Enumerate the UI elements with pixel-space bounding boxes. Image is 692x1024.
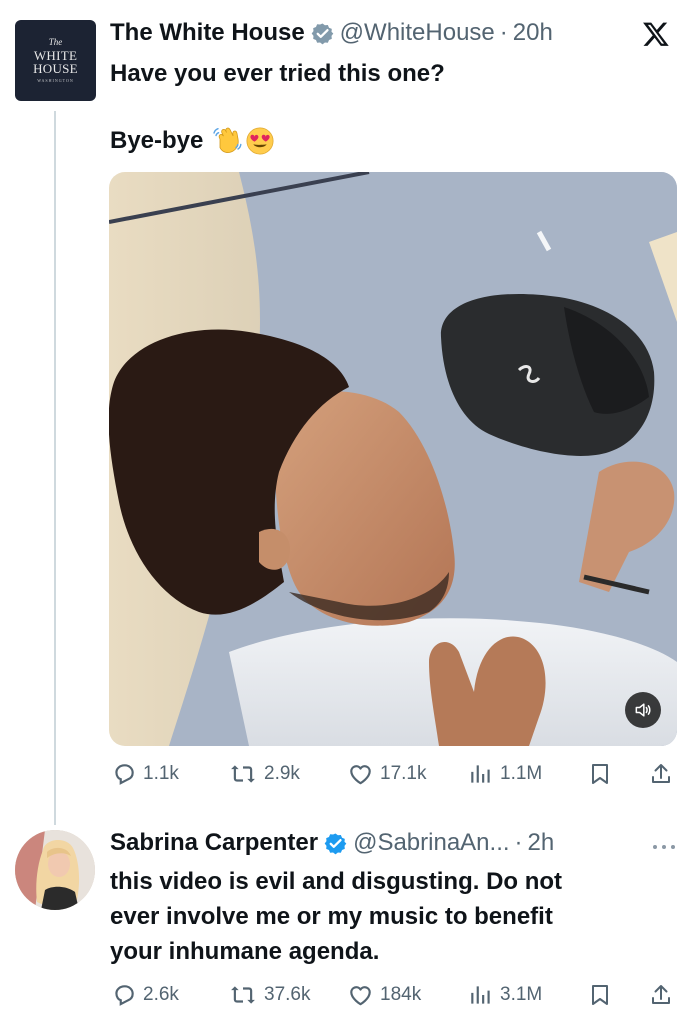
reply-button[interactable]: 2.6k [111, 982, 179, 1008]
tweet-text-line: your inhumane agenda. [110, 938, 380, 965]
views-icon [471, 765, 490, 783]
author-handle[interactable]: @WhiteHouse [340, 18, 495, 48]
like-icon [350, 986, 371, 1006]
video-player[interactable] [109, 172, 677, 746]
repost-count: 37.6k [264, 984, 311, 1005]
views-button[interactable]: 1.1M [468, 761, 542, 787]
reply-icon [115, 985, 134, 1006]
views-button[interactable]: 3.1M [468, 982, 542, 1008]
sabrina-avatar[interactable] [15, 830, 95, 910]
views-count: 1.1M [500, 763, 543, 784]
tweet-actions: 2.6k 37.6k 184k 3.1M [0, 978, 692, 1014]
bookmark-icon[interactable] [588, 982, 612, 1008]
like-count: 184k [380, 984, 422, 1005]
share-icon[interactable] [649, 761, 673, 787]
repost-icon [231, 986, 255, 1004]
tweet-text-line: Bye-bye [110, 124, 275, 157]
reply-count: 2.6k [143, 984, 179, 1005]
repost-button[interactable]: 2.9k [228, 761, 300, 787]
avatar-line2: HOUSE [33, 61, 78, 76]
bookmark-icon[interactable] [588, 761, 612, 787]
reply-count: 1.1k [143, 763, 179, 784]
tweet-text-line: ever involve me or my music to benefit [110, 903, 553, 930]
like-icon [350, 765, 371, 785]
like-button[interactable]: 17.1k [347, 761, 426, 787]
repost-icon [231, 765, 255, 783]
thread-line [54, 111, 56, 825]
author-name[interactable]: Sabrina Carpenter [110, 828, 318, 858]
author-name[interactable]: The White House [110, 18, 305, 48]
tweet-actions: 1.1k 2.9k 17.1k 1.1M [0, 757, 692, 793]
like-button[interactable]: 184k [347, 982, 421, 1008]
repost-count: 2.9k [264, 763, 300, 784]
repost-button[interactable]: 37.6k [228, 982, 310, 1008]
tweet-header: Sabrina Carpenter @SabrinaAn... · 2h [110, 828, 555, 858]
tweet-text-line: Have you ever tried this one? [110, 60, 445, 87]
verified-badge-icon [311, 22, 334, 45]
tweet-text-bye: Bye-bye [110, 127, 204, 154]
views-count: 3.1M [500, 984, 543, 1005]
share-icon[interactable] [649, 982, 673, 1008]
tweet-time[interactable]: 2h [528, 828, 555, 858]
tweet-text-line: this video is evil and disgusting. Do no… [110, 868, 563, 895]
avatar-photo [15, 830, 95, 910]
video-frame-image [109, 172, 677, 746]
like-count: 17.1k [380, 763, 427, 784]
tweet-header: The White House @WhiteHouse · 20h [110, 18, 553, 48]
views-icon [471, 986, 490, 1004]
mute-icon[interactable] [625, 692, 661, 728]
waving-hand-icon [211, 125, 243, 157]
tweet-time[interactable]: 20h [513, 18, 553, 48]
verified-badge-icon [324, 832, 347, 855]
avatar-the: The [48, 37, 63, 47]
avatar-caption: WASHINGTON [37, 78, 74, 83]
reply-icon [115, 764, 134, 785]
heart-eyes-icon [245, 126, 275, 156]
x-logo-icon [641, 20, 671, 53]
white-house-avatar[interactable]: The WHITE HOUSE WASHINGTON [15, 20, 96, 101]
author-handle[interactable]: @SabrinaAn... [353, 828, 509, 858]
reply-button[interactable]: 1.1k [111, 761, 179, 787]
more-icon[interactable] [652, 838, 676, 856]
